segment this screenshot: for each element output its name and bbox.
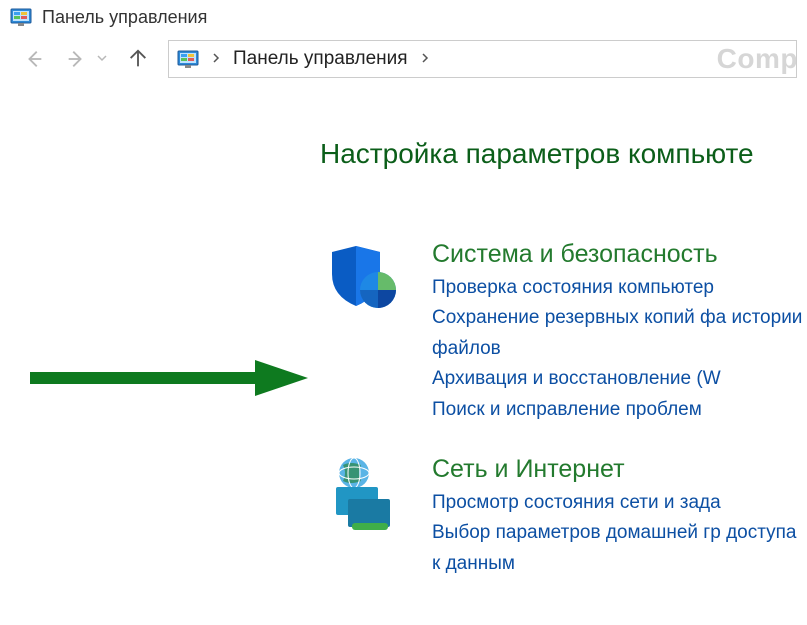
address-control-panel-icon (177, 48, 199, 70)
navigation-toolbar: Панель управления Comp (0, 34, 807, 88)
window-title: Панель управления (42, 7, 207, 28)
category-title-network-internet[interactable]: Сеть и Интернет (432, 455, 807, 484)
link-check-computer-status[interactable]: Проверка состояния компьютер (432, 273, 807, 303)
network-globe-icon (326, 455, 406, 535)
category-title-system-security[interactable]: Система и безопасность (432, 240, 807, 269)
nav-up-button[interactable] (126, 47, 150, 71)
link-backup-restore[interactable]: Архивация и восстановление (W (432, 364, 807, 394)
nav-recent-dropdown[interactable] (96, 52, 108, 67)
breadcrumb-root[interactable]: Панель управления (233, 48, 408, 70)
watermark-text: Comp (717, 43, 797, 75)
category-network-internet: Сеть и Интернет Просмотр состояния сети … (326, 455, 807, 579)
nav-back-button[interactable] (22, 47, 46, 71)
window-titlebar: Панель управления (0, 0, 807, 34)
link-troubleshoot[interactable]: Поиск и исправление проблем (432, 395, 807, 425)
annotation-arrow-icon (30, 358, 310, 398)
category-system-security: Система и безопасность Проверка состояни… (326, 240, 807, 425)
page-heading: Настройка параметров компьюте (320, 138, 807, 170)
shield-icon (326, 240, 406, 320)
link-homegroup-sharing[interactable]: Выбор параметров домашней гр доступа к д… (432, 518, 807, 579)
address-bar[interactable]: Панель управления Comp (168, 40, 797, 78)
link-file-history-backup[interactable]: Сохранение резервных копий фа истории фа… (432, 303, 807, 364)
control-panel-icon (10, 6, 32, 28)
main-panel: Настройка параметров компьюте Система (0, 88, 807, 579)
breadcrumb-separator-icon[interactable] (205, 51, 227, 67)
link-network-status[interactable]: Просмотр состояния сети и зада (432, 488, 807, 518)
breadcrumb-separator-icon[interactable] (414, 51, 436, 67)
nav-forward-button[interactable] (64, 47, 88, 71)
